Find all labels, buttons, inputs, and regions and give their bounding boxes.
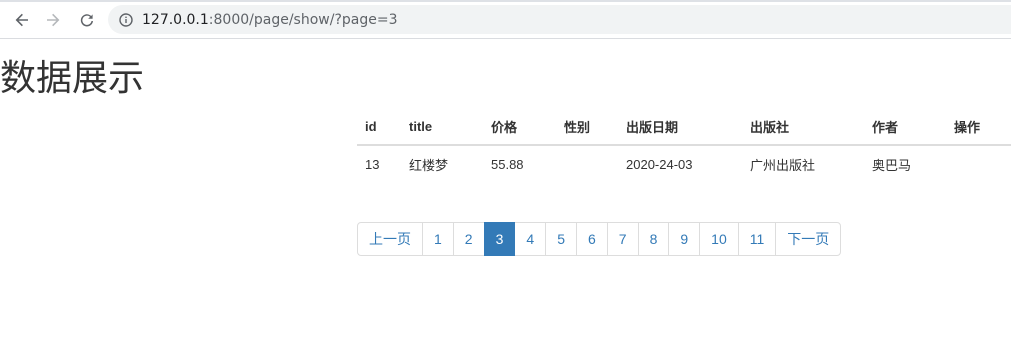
url-host: 127.0.0.1	[142, 11, 209, 28]
next-page-link[interactable]: 下一页	[775, 222, 842, 256]
pagination: 上一页 1 2 3 4 5 6 7 8 9 10 11 下一页	[357, 222, 842, 256]
cell-author: 奥巴马	[872, 157, 912, 173]
page-link-1[interactable]: 1	[422, 222, 454, 256]
pagination-item: 5	[545, 222, 577, 256]
pagination-next-item: 下一页	[775, 222, 842, 256]
pagination-item-active: 3	[483, 222, 516, 256]
table-header-row: id title 价格 性别 出版日期 出版社 作者 操作	[357, 108, 1011, 146]
browser-toolbar: 127.0.0.1:8000/page/show/?page=3	[0, 0, 1011, 39]
page-link-4[interactable]: 4	[514, 222, 547, 256]
page-link-8[interactable]: 8	[637, 222, 670, 256]
col-actions-header: 操作	[946, 108, 1011, 146]
cell-publish-date: 2020-24-03	[626, 156, 693, 172]
col-author-header: 作者	[864, 108, 946, 146]
page-link-6[interactable]: 6	[575, 222, 608, 256]
page-link-11[interactable]: 11	[737, 222, 777, 256]
col-price-header: 价格	[483, 108, 556, 146]
page-link-7[interactable]: 7	[606, 222, 639, 256]
col-publisher-header: 出版社	[742, 108, 864, 146]
address-bar[interactable]: 127.0.0.1:8000/page/show/?page=3	[108, 5, 1011, 34]
arrow-left-icon	[15, 13, 28, 27]
arrow-right-icon	[47, 13, 60, 27]
pagination-item: 8	[637, 222, 670, 256]
col-gender-header: 性别	[556, 108, 618, 146]
table-row: 13 红楼梦 55.88 2020-24-03 广州出版社 奥巴马	[357, 145, 1011, 182]
page-title: 数据展示	[0, 57, 145, 98]
cell-id: 13	[365, 156, 380, 172]
col-id-header: id	[357, 108, 401, 146]
cell-publisher: 广州出版社	[750, 157, 816, 173]
prev-page-link[interactable]: 上一页	[357, 222, 423, 256]
url-text[interactable]: 127.0.0.1:8000/page/show/?page=3	[142, 12, 397, 28]
col-publish-date-header: 出版日期	[618, 108, 742, 146]
cell-gender	[556, 145, 618, 182]
pagination-prev-item: 上一页	[357, 222, 423, 256]
back-button[interactable]	[10, 8, 34, 32]
cell-title: 红楼梦	[409, 157, 449, 173]
url-path: :8000/page/show/?page=3	[208, 11, 398, 28]
cell-price: 55.88	[491, 156, 524, 172]
page-link-10[interactable]: 10	[699, 222, 739, 256]
page-link-5[interactable]: 5	[545, 222, 577, 256]
pagination-item: 11	[737, 222, 777, 256]
forward-button[interactable]	[41, 8, 65, 32]
pagination-item: 10	[699, 222, 739, 256]
tabstrip-edge	[0, 0, 1011, 2]
pagination-item: 2	[452, 222, 485, 256]
pagination-item: 1	[422, 222, 454, 256]
reload-button[interactable]	[75, 8, 99, 32]
pagination-item: 7	[606, 222, 639, 256]
pagination-item: 6	[575, 222, 608, 256]
page-link-2[interactable]: 2	[452, 222, 485, 256]
page-link-9[interactable]: 9	[668, 222, 701, 256]
book-table: id title 价格 性别 出版日期 出版社 作者 操作 13 红楼梦 55.…	[357, 108, 1011, 182]
info-icon[interactable]	[119, 12, 133, 27]
col-title-header: title	[401, 108, 483, 146]
cell-actions	[946, 145, 1011, 182]
reload-icon	[80, 14, 93, 27]
pagination-item: 4	[514, 222, 547, 256]
pagination-item: 9	[668, 222, 701, 256]
page-link-3[interactable]: 3	[483, 222, 516, 256]
